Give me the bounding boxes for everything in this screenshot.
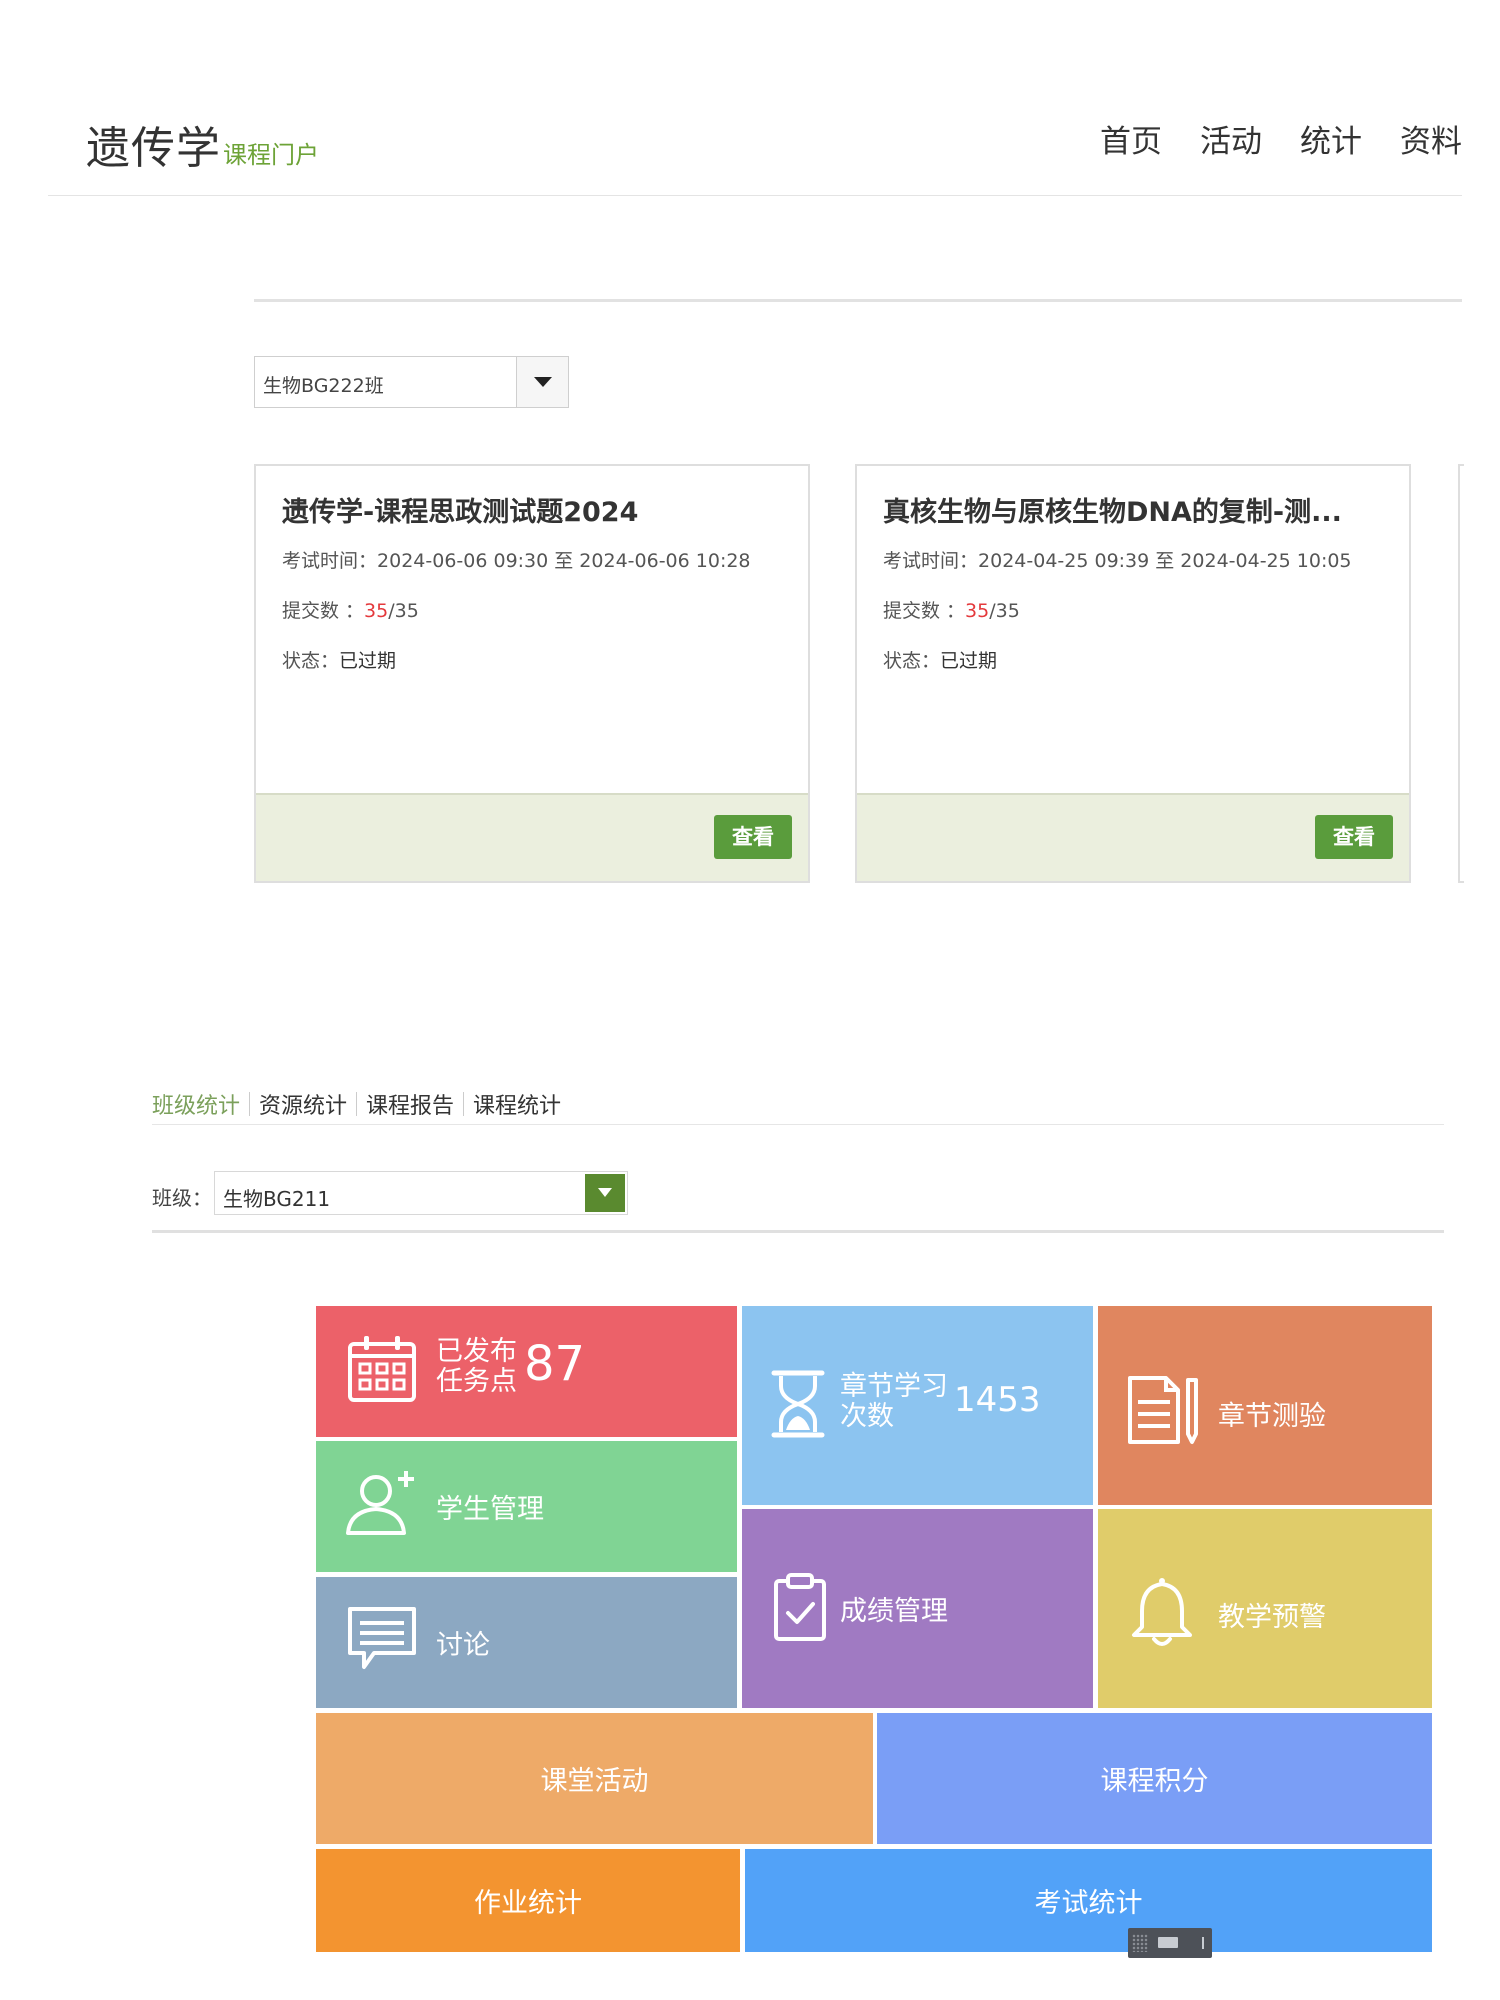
exam-card-footer: 查看: [256, 793, 808, 881]
tile-class-activity[interactable]: 课堂活动: [316, 1713, 873, 1844]
tab-course-stats[interactable]: 课程统计: [473, 1088, 561, 1120]
tile-exam-stats[interactable]: 考试统计: [745, 1849, 1432, 1952]
page-header: 遗传学 课程门户 首页 活动 统计 资料: [48, 0, 1462, 196]
tile-course-points[interactable]: 课程积分: [877, 1713, 1432, 1844]
status-label: 状态：: [883, 650, 941, 672]
filter-divider: [152, 1230, 1444, 1233]
calendar-icon: [348, 1336, 416, 1402]
exam-card-time: 考试时间：2024-06-06 09:30 至 2024-06-06 10:28: [282, 546, 751, 573]
tab-divider: [249, 1092, 251, 1116]
tile-label: 课堂活动: [540, 1766, 649, 1797]
tabs-divider: [152, 1124, 1444, 1125]
tile-label: 已发布 任务点: [436, 1337, 517, 1397]
stats-tabs: 班级统计 资源统计 课程报告 课程统计: [152, 1088, 561, 1120]
tile-value: 87: [524, 1336, 586, 1392]
stats-class-select[interactable]: 生物BG211: [214, 1171, 628, 1215]
exam-card-status: 状态：已过期: [883, 646, 997, 673]
keyboard-icon[interactable]: [1158, 1937, 1178, 1948]
add-user-icon: [346, 1471, 414, 1535]
tile-chapter-study[interactable]: 章节学习 次数 1453: [742, 1306, 1093, 1505]
exam-card-time: 考试时间：2024-04-25 09:39 至 2024-04-25 10:05: [883, 546, 1352, 573]
tab-divider: [463, 1092, 465, 1116]
section-divider: [254, 299, 1462, 302]
exam-time-value: 2024-06-06 09:30 至 2024-06-06 10:28: [377, 550, 751, 572]
tab-course-report[interactable]: 课程报告: [366, 1088, 454, 1120]
tile-label: 考试统计: [1034, 1888, 1143, 1919]
chevron-down-icon[interactable]: [516, 357, 568, 407]
tab-resource-stats[interactable]: 资源统计: [259, 1088, 347, 1120]
exam-card-footer: 查看: [857, 793, 1409, 881]
exam-time-label: 考试时间：: [883, 550, 979, 572]
tile-label: 学生管理: [436, 1494, 544, 1525]
logo-main-text: 遗传学: [86, 123, 221, 174]
exam-time-value: 2024-04-25 09:39 至 2024-04-25 10:05: [978, 550, 1352, 572]
tile-homework-stats[interactable]: 作业统计: [316, 1849, 740, 1952]
clipboard-check-icon: [774, 1573, 826, 1641]
submit-label: 提交数 ：: [883, 600, 966, 622]
stats-class-select-value: 生物BG211: [223, 1187, 331, 1211]
submit-count: 35: [965, 600, 990, 622]
document-pencil-icon: [1128, 1376, 1198, 1444]
exam-card: 遗传学-课程思政测试题2024 考试时间：2024-06-06 09:30 至 …: [254, 464, 810, 883]
class-filter-label: 班级：: [152, 1186, 212, 1210]
exam-card-title[interactable]: 真核生物与原核生物DNA的复制-测...: [883, 490, 1383, 529]
exam-card: 真核生物与原核生物DNA的复制-测... 考试时间：2024-04-25 09:…: [855, 464, 1411, 883]
view-button[interactable]: 查看: [714, 815, 792, 859]
nav-home[interactable]: 首页: [1100, 116, 1162, 161]
tile-label: 章节学习 次数: [840, 1372, 948, 1432]
exam-card-status: 状态：已过期: [282, 646, 396, 673]
tab-class-stats[interactable]: 班级统计: [152, 1088, 240, 1120]
next-card-edge[interactable]: [1458, 464, 1464, 883]
course-logo[interactable]: 遗传学 课程门户: [86, 112, 319, 176]
tile-discussion[interactable]: 讨论: [316, 1577, 737, 1708]
tile-label: 教学预警: [1218, 1602, 1326, 1633]
nav-statistics[interactable]: 统计: [1300, 116, 1362, 161]
tile-value: 1453: [954, 1380, 1041, 1420]
floating-keyboard-widget[interactable]: [1128, 1928, 1212, 1958]
tile-label-line: 任务点: [436, 1366, 517, 1397]
tile-label: 作业统计: [474, 1888, 582, 1919]
tile-student-management[interactable]: 学生管理: [316, 1441, 737, 1572]
tile-label: 讨论: [436, 1630, 490, 1661]
status-value: 已过期: [339, 650, 397, 672]
submit-label: 提交数 ：: [282, 600, 365, 622]
exam-class-select[interactable]: 生物BG222班: [254, 356, 569, 408]
tile-grade-management[interactable]: 成绩管理: [742, 1509, 1093, 1708]
chat-icon: [348, 1607, 416, 1669]
chevron-down-icon[interactable]: [585, 1174, 625, 1212]
nav-activity[interactable]: 活动: [1200, 116, 1262, 161]
exam-time-label: 考试时间：: [282, 550, 378, 572]
tile-label: 成绩管理: [840, 1596, 948, 1627]
tile-chapter-test[interactable]: 章节测验: [1098, 1306, 1432, 1505]
top-nav: 首页 活动 统计 资料: [1062, 116, 1462, 161]
tile-label-line: 已发布: [436, 1336, 517, 1367]
bell-icon: [1132, 1578, 1192, 1646]
tile-label-line: 次数: [840, 1401, 894, 1432]
tile-published-tasks[interactable]: 已发布 任务点 87: [316, 1306, 737, 1437]
exam-card-submits: 提交数 ：35/35: [282, 596, 419, 623]
submit-total: /35: [989, 600, 1020, 622]
tile-label-line: 章节学习: [840, 1371, 948, 1402]
exam-card-submits: 提交数 ：35/35: [883, 596, 1020, 623]
status-label: 状态：: [282, 650, 340, 672]
tile-label: 课程积分: [1100, 1766, 1209, 1797]
logo-sub-text: 课程门户: [223, 141, 319, 169]
tile-label: 章节测验: [1218, 1401, 1326, 1432]
tab-divider: [356, 1092, 358, 1116]
nav-materials[interactable]: 资料: [1400, 116, 1462, 161]
tile-teaching-alert[interactable]: 教学预警: [1098, 1509, 1432, 1708]
drag-handle-icon[interactable]: [1132, 1934, 1148, 1952]
status-value: 已过期: [940, 650, 998, 672]
submit-count: 35: [364, 600, 389, 622]
exam-card-title[interactable]: 遗传学-课程思政测试题2024: [282, 490, 782, 529]
menu-icon[interactable]: [1202, 1937, 1204, 1949]
hourglass-icon: [771, 1370, 825, 1438]
submit-total: /35: [388, 600, 419, 622]
exam-class-select-value: 生物BG222班: [263, 375, 384, 397]
view-button[interactable]: 查看: [1315, 815, 1393, 859]
